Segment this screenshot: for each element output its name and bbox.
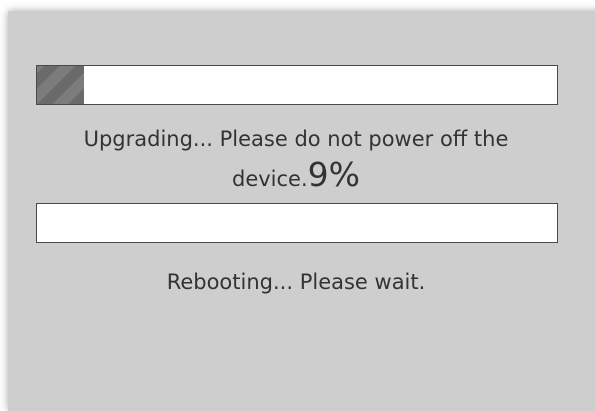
upgrade-progress-fill (37, 66, 84, 104)
upgrade-percent: 9% (307, 155, 360, 194)
upgrade-message: Upgrading... Please do not power off the… (83, 127, 509, 191)
upgrade-dialog: Upgrading... Please do not power off the… (8, 11, 595, 411)
upgrade-progress-bar (36, 65, 558, 105)
reboot-status-text: Rebooting... Please wait. (166, 270, 426, 294)
upgrade-status-text: Upgrading... Please do not power off the… (28, 120, 564, 198)
reboot-progress-bar (36, 203, 558, 243)
